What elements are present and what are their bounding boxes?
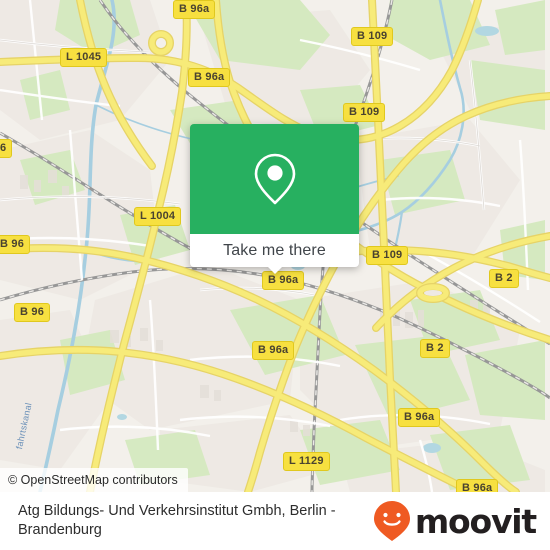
page-footer: Atg Bildungs- Und Verkehrsinstitut Gmbh,… bbox=[0, 492, 550, 550]
road-shield: B 96a bbox=[173, 0, 216, 19]
map-canvas[interactable]: B 96a B 109 L 1045 B 96a B 109 6 L 1004 B 96 B 1… bbox=[0, 0, 550, 492]
road-shield: B 109 bbox=[343, 103, 386, 122]
moovit-brand[interactable]: moovit bbox=[373, 500, 537, 542]
map-pin-icon bbox=[254, 153, 295, 205]
road-shield: L 1004 bbox=[134, 207, 182, 226]
popup-marker-area bbox=[190, 124, 359, 234]
location-popup-card[interactable]: Take me there bbox=[190, 124, 359, 274]
moovit-wordmark: moovit bbox=[414, 501, 537, 541]
road-shield: B 96a bbox=[252, 341, 295, 360]
road-shield: B 2 bbox=[489, 269, 519, 288]
road-shield: L 1129 bbox=[283, 452, 330, 471]
road-shield: B 96a bbox=[188, 68, 231, 87]
moovit-map-screenshot: B 96a B 109 L 1045 B 96a B 109 6 L 1004 B 96 B 1… bbox=[0, 0, 550, 550]
road-shield: B 2 bbox=[420, 339, 450, 358]
road-shield: B 96a bbox=[456, 479, 499, 492]
road-shield: B 109 bbox=[351, 27, 394, 46]
road-shield: 6 bbox=[0, 139, 13, 158]
place-title: Atg Bildungs- Und Verkehrsinstitut Gmbh,… bbox=[18, 503, 336, 538]
moovit-pin-smiley-icon bbox=[373, 501, 410, 541]
road-shield: B 96 bbox=[14, 303, 51, 322]
road-shield: B 96a bbox=[398, 408, 441, 427]
take-me-there-label: Take me there bbox=[223, 241, 326, 259]
popup-pointer-tail bbox=[266, 266, 283, 274]
road-shield: L 1045 bbox=[60, 48, 108, 67]
map-attribution[interactable]: © OpenStreetMap contributors bbox=[0, 468, 188, 492]
road-shield: B 109 bbox=[366, 246, 409, 265]
road-shield: B 96 bbox=[0, 235, 31, 254]
popup-action-bar[interactable]: Take me there bbox=[190, 234, 359, 274]
